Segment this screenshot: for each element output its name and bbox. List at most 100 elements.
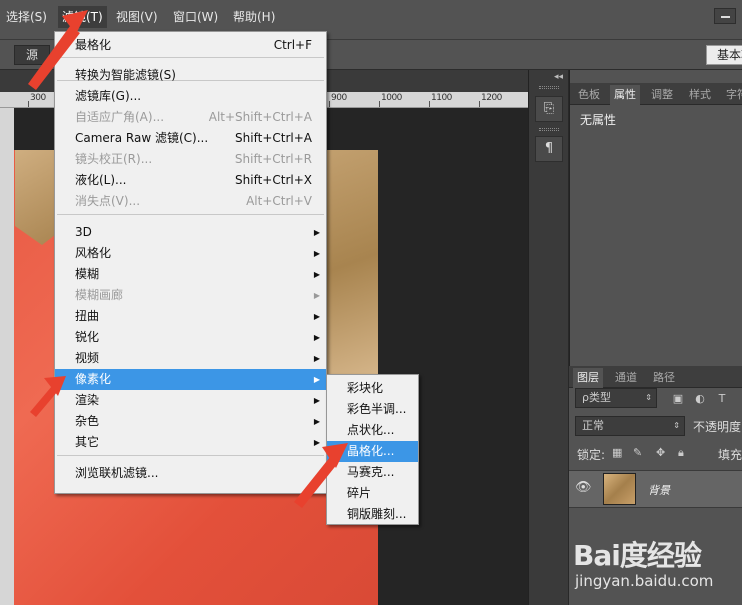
ruler-tick-label: 1100 [431, 93, 452, 103]
menu-window[interactable]: 窗口(W) [169, 6, 222, 28]
pixelate-menu-item[interactable]: 铜版雕刻... [327, 504, 418, 525]
filter-menu-item[interactable]: 渲染 ▶ [55, 390, 326, 411]
layer-kind-filter[interactable]: ρ类型 ⇕ [575, 388, 657, 408]
ruler-tick-label: 300 [30, 93, 46, 103]
lock-label: 锁定: [577, 448, 606, 462]
pixelate-menu-item[interactable]: 彩色半调... [327, 399, 418, 420]
pixelate-menu-item[interactable]: 点状化... [327, 420, 418, 441]
lock-all-icon[interactable]: 🔒︎ [678, 446, 684, 460]
menu-item-label: 锐化 [75, 330, 100, 344]
properties-tab-row: 色板 属性 调整 样式 字符 [570, 83, 742, 105]
filter-menu-item: 镜头校正(R)... Shift+Ctrl+R [55, 149, 326, 170]
filter-menu-item[interactable]: 杂色 ▶ [55, 411, 326, 432]
filter-menu: 最格化 Ctrl+F 转换为智能滤镜(S) 滤镜库(G)... 自适应广角(A)... A… [54, 31, 327, 494]
blend-mode-select[interactable]: 正常 ⇕ [575, 416, 685, 436]
baidu-watermark: Bai度经验 jingyan.baidu.com [565, 520, 742, 605]
menu-select[interactable]: 选择(S) [2, 6, 51, 28]
dock-grip[interactable] [539, 128, 559, 131]
filter-menu-item[interactable]: 滤镜库(G)... [55, 86, 326, 107]
menu-item-label: 像素化 [75, 372, 112, 386]
menu-item-label: 点状化... [347, 423, 395, 437]
pixelate-menu-item[interactable]: 晶格化... [327, 441, 418, 462]
filter-menu-item[interactable]: 锐化 ▶ [55, 327, 326, 348]
adjustment-filter-icon[interactable]: ◐ [693, 392, 707, 406]
collapse-arrows-icon[interactable]: ◂◂ [554, 72, 563, 82]
menu-item-label: 视频 [75, 351, 100, 365]
filter-menu-item[interactable]: 转换为智能滤镜(S) [55, 65, 326, 86]
paragraph-panel-icon[interactable]: ¶ [535, 136, 563, 162]
menu-help[interactable]: 帮助(H) [229, 6, 279, 28]
filter-menu-item[interactable]: 像素化 ▶ [55, 369, 326, 390]
filter-menu-item[interactable]: 模糊 ▶ [55, 264, 326, 285]
menu-view[interactable]: 视图(V) [112, 6, 162, 28]
ruler-tick-label: 1200 [481, 93, 502, 103]
lock-paint-icon[interactable]: ✎ [633, 446, 642, 459]
submenu-arrow-icon: ▶ [313, 375, 320, 384]
menu-item-shortcut: Shift+Ctrl+R [234, 152, 312, 166]
menu-item-label: 碎片 [347, 486, 372, 500]
menu-item-label: 彩色半调... [347, 402, 407, 416]
menu-item-label: 液化(L)... [75, 173, 127, 187]
tab-paths[interactable]: 路径 [649, 368, 679, 388]
filter-menu-item[interactable]: 最格化 Ctrl+F [55, 35, 326, 56]
menu-item-label: 马赛克... [347, 465, 395, 479]
filter-menu-item: 消失点(V)... Alt+Ctrl+V [55, 191, 326, 212]
filter-menu-item[interactable]: 风格化 ▶ [55, 243, 326, 264]
tab-properties[interactable]: 属性 [610, 85, 640, 105]
submenu-arrow-icon: ▶ [313, 249, 320, 258]
pixelate-menu-item[interactable]: 彩块化 [327, 378, 418, 399]
filter-menu-item[interactable]: 其它 ▶ [55, 432, 326, 453]
watermark-url: jingyan.baidu.com [575, 572, 714, 590]
tab-layers[interactable]: 图层 [573, 368, 603, 388]
lock-transparent-icon[interactable]: ▦ [612, 446, 622, 459]
filter-menu-item[interactable]: 视频 ▶ [55, 348, 326, 369]
ruler-tick [429, 101, 430, 107]
ruler-tick-label: 900 [331, 93, 347, 103]
layers-tab-row: 图层 通道 路径 [569, 366, 742, 388]
kind-filter-label: ρ类型 [582, 391, 611, 404]
menu-item-label: 彩块化 [347, 381, 384, 395]
menu-item-label: 转换为智能滤镜(S) [75, 68, 176, 82]
pixelate-menu-item[interactable]: 马赛克... [327, 462, 418, 483]
menu-item-shortcut: Alt+Shift+Ctrl+A [208, 110, 312, 124]
filter-menu-item[interactable]: 液化(L)... Shift+Ctrl+X [55, 170, 326, 191]
fill-label: 填充 [718, 448, 742, 462]
filter-menu-item: 模糊画廊 ▶ [55, 285, 326, 306]
submenu-arrow-icon: ▶ [313, 354, 320, 363]
tab-swatches[interactable]: 色板 [574, 85, 604, 105]
menu-separator [57, 214, 324, 215]
filter-menu-item[interactable]: Camera Raw 滤镜(C)... Shift+Ctrl+A [55, 128, 326, 149]
chevron-updown-icon: ⇕ [673, 421, 680, 430]
tab-adjustments[interactable]: 调整 [647, 85, 677, 105]
submenu-arrow-icon: ▶ [313, 333, 320, 342]
submenu-arrow-icon: ▶ [313, 228, 320, 237]
minimize-button[interactable] [714, 8, 736, 24]
filter-menu-item[interactable]: 3D ▶ [55, 222, 326, 243]
eye-icon[interactable]: 👁︎ [575, 480, 592, 495]
menu-item-label: 模糊 [75, 267, 100, 281]
menu-item-label: 消失点(V)... [75, 194, 141, 208]
history-panel-icon[interactable]: ⎘ [535, 96, 563, 122]
menu-item-label: 风格化 [75, 246, 112, 260]
source-button[interactable]: 源 [14, 45, 50, 65]
pixelate-menu-item[interactable]: 碎片 [327, 483, 418, 504]
menu-filter[interactable]: 滤镜(T) [58, 6, 107, 28]
layer-name: 背景 [648, 484, 670, 497]
tab-channels[interactable]: 通道 [611, 368, 641, 388]
ruler-tick [28, 101, 29, 107]
submenu-arrow-icon: ▶ [313, 438, 320, 447]
workspace-switcher[interactable]: 基本功 [706, 45, 742, 65]
type-filter-icon[interactable]: T [715, 392, 729, 406]
dock-grip[interactable] [539, 86, 559, 89]
lock-move-icon[interactable]: ✥ [656, 446, 665, 459]
menu-item-label: 杂色 [75, 414, 100, 428]
filter-menu-item[interactable]: 浏览联机滤镜... [55, 463, 326, 484]
vertical-ruler [0, 108, 14, 605]
tab-styles[interactable]: 样式 [685, 85, 715, 105]
ruler-tick [329, 101, 330, 107]
menu-item-label: 浏览联机滤镜... [75, 466, 159, 480]
tab-character[interactable]: 字符 [722, 85, 742, 105]
menu-item-label: 晶格化... [347, 444, 395, 458]
filter-menu-item[interactable]: 扭曲 ▶ [55, 306, 326, 327]
pixel-filter-icon[interactable]: ▣ [671, 392, 685, 406]
